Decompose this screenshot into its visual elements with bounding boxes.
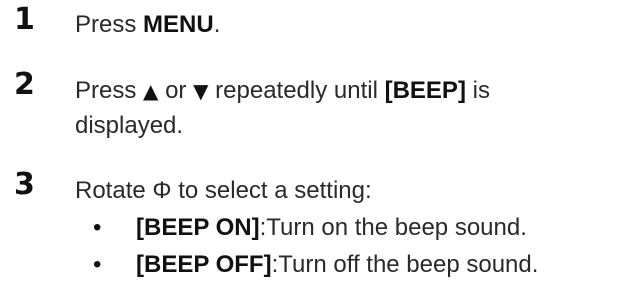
step-text: Press MENU.: [75, 13, 220, 37]
dial-icon: Φ: [152, 177, 172, 204]
list-item: [BEEP OFF]:Turn off the beep sound.: [136, 253, 538, 277]
step-number: 3: [14, 167, 35, 202]
bullet-icon: •: [93, 251, 102, 278]
step-text-pre: Rotate: [75, 177, 153, 204]
step-text-continued: displayed.: [75, 112, 184, 139]
list-item: [BEEP ON]:Turn on the beep sound.: [136, 216, 527, 240]
bullet-icon: •: [93, 214, 102, 241]
step-number: 1: [14, 2, 35, 37]
up-triangle-icon: ▲: [143, 79, 159, 103]
step-text-pre: Press: [75, 11, 144, 38]
step-text-post: .: [213, 11, 221, 38]
menu-key-label: MENU: [143, 11, 214, 38]
step-text-mid: or: [158, 77, 194, 104]
step-text-pre: Press: [75, 77, 144, 104]
step-text: Press ▲ or ▼ repeatedly until [BEEP] is: [75, 79, 490, 103]
beep-key-label: [BEEP]: [384, 77, 466, 104]
step-text: Rotate Φ to select a setting:: [75, 179, 372, 203]
step-text-post: to select a setting:: [171, 177, 372, 204]
step-text-post: is: [465, 77, 490, 104]
step-number: 2: [14, 67, 35, 102]
option-description: :Turn off the beep sound.: [271, 251, 539, 278]
option-description: :Turn on the beep sound.: [259, 214, 527, 241]
option-label: [BEEP OFF]: [136, 251, 272, 278]
step-text-mid2: repeatedly until: [208, 77, 385, 104]
option-label: [BEEP ON]: [136, 214, 260, 241]
down-triangle-icon: ▼: [193, 79, 209, 103]
